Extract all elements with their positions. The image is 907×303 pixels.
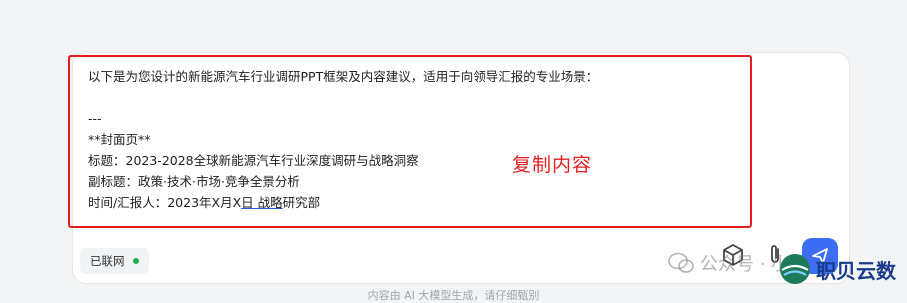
brand-name: 职贝云数	[816, 258, 896, 283]
ai-disclaimer: 内容由 AI 大模型生成，请仔细甄别	[367, 289, 540, 302]
brand-logo-icon	[780, 254, 810, 284]
highlight-annotation-box	[68, 55, 752, 228]
online-status-label: 已联网	[90, 254, 125, 268]
online-status-dot	[132, 258, 139, 264]
online-status-chip[interactable]: 已联网	[80, 248, 149, 274]
brand-watermark: 职贝云数	[778, 252, 896, 286]
wechat-icon	[668, 252, 694, 273]
copy-content-annotation: 复制内容	[512, 154, 593, 176]
